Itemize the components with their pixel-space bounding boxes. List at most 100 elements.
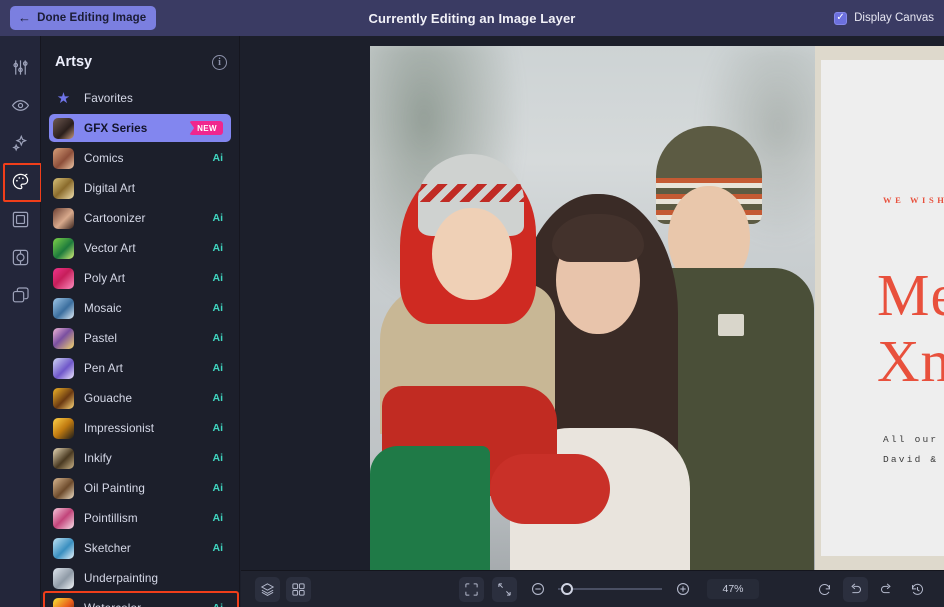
effect-thumbnail [53, 358, 74, 379]
undo-button[interactable] [843, 577, 868, 602]
zoom-slider-track [558, 588, 662, 590]
effect-row-poly-art[interactable]: Poly ArtAi [49, 264, 231, 292]
redo-icon [879, 582, 894, 597]
effect-thumbnail [53, 238, 74, 259]
ai-badge: Ai [213, 542, 224, 554]
ai-badge: Ai [213, 272, 224, 284]
ai-badge: Ai [213, 212, 224, 224]
zoom-slider[interactable] [558, 581, 662, 597]
reset-button[interactable] [812, 577, 837, 602]
effect-label: Comics [84, 152, 213, 165]
effect-row-pen-art[interactable]: Pen ArtAi [49, 354, 231, 382]
magic-sparkle-icon-button[interactable] [0, 124, 41, 162]
zoom-level-value[interactable]: 47% [707, 579, 759, 599]
card-headline-line2: Xm [877, 332, 944, 391]
filter-icon [11, 248, 30, 267]
effect-row-favorites[interactable]: ★Favorites [49, 84, 231, 112]
card-headline-line1: Mer [877, 266, 944, 325]
zoom-in-icon [675, 581, 691, 597]
ai-badge: Ai [213, 392, 224, 404]
boy-coat-patch [718, 314, 744, 336]
panel-header: Artsy i [41, 44, 239, 80]
effect-label: Favorites [84, 92, 223, 105]
filter-icon-button[interactable] [0, 238, 41, 276]
effect-row-digital-art[interactable]: Digital Art [49, 174, 231, 202]
grid-icon [291, 582, 306, 597]
history-button[interactable] [905, 577, 930, 602]
effect-thumbnail [53, 268, 74, 289]
history-icon [910, 582, 925, 597]
card-message-line2: David & [883, 450, 938, 470]
layers-copy-icon-button[interactable] [0, 276, 41, 314]
effect-row-comics[interactable]: ComicsAi [49, 144, 231, 172]
effect-thumbnail [53, 298, 74, 319]
effect-row-pointillism[interactable]: PointillismAi [49, 504, 231, 532]
zoom-out-button[interactable] [525, 577, 550, 602]
reset-icon [817, 582, 832, 597]
effect-thumbnail [53, 388, 74, 409]
effect-row-cartoonizer[interactable]: CartoonizerAi [49, 204, 231, 232]
ai-badge: Ai [213, 512, 224, 524]
tool-rail [0, 36, 41, 607]
photo-layer[interactable] [370, 46, 815, 570]
layers-icon-button[interactable] [255, 577, 280, 602]
layers-copy-icon [11, 286, 30, 305]
effect-row-inkify[interactable]: InkifyAi [49, 444, 231, 472]
effect-label: Pastel [84, 332, 213, 345]
effect-row-gfx-series[interactable]: GFX SeriesNEW [49, 114, 231, 142]
zoom-in-button[interactable] [670, 577, 695, 602]
effect-label: Mosaic [84, 302, 213, 315]
effect-row-mosaic[interactable]: MosaicAi [49, 294, 231, 322]
girl-arm [490, 454, 610, 524]
effect-thumbnail [53, 148, 74, 169]
effect-thumbnail [53, 418, 74, 439]
effect-row-gouache[interactable]: GouacheAi [49, 384, 231, 412]
canvas-area[interactable]: WE WISH Mer Xm All our David & [241, 36, 944, 570]
card-eyebrow-text: WE WISH [883, 195, 944, 205]
frame-icon-button[interactable] [0, 200, 41, 238]
effect-row-vector-art[interactable]: Vector ArtAi [49, 234, 231, 262]
effect-row-watercolor[interactable]: WatercolorAi [49, 594, 231, 607]
display-canvas-toggle[interactable]: ✓ Display Canvas [834, 0, 934, 36]
artsy-effects-panel: Artsy i ★FavoritesGFX SeriesNEWComicsAiD… [41, 36, 240, 607]
effect-label: Pen Art [84, 362, 213, 375]
ai-badge: Ai [213, 422, 224, 434]
adjustments-icon [11, 58, 30, 77]
magic-sparkle-icon [11, 134, 30, 153]
effect-row-underpainting[interactable]: Underpainting [49, 564, 231, 592]
display-canvas-checkbox[interactable]: ✓ [834, 12, 847, 25]
display-canvas-label: Display Canvas [854, 12, 934, 24]
effect-thumbnail [53, 598, 74, 607]
effect-label: Watercolor [84, 602, 213, 607]
effect-thumbnail [53, 538, 74, 559]
done-editing-image-button[interactable]: ← Done Editing Image [10, 6, 156, 30]
effect-label: Underpainting [84, 572, 223, 585]
zoom-slider-handle[interactable] [561, 583, 573, 595]
collapse-view-button[interactable] [492, 577, 517, 602]
palette-icon-button[interactable] [0, 162, 41, 200]
greeting-card-layer[interactable]: WE WISH Mer Xm All our David & [815, 46, 944, 570]
effect-thumbnail [53, 568, 74, 589]
new-badge: NEW [189, 121, 223, 135]
fit-to-screen-button[interactable] [459, 577, 484, 602]
zoom-out-icon [530, 581, 546, 597]
layers-icon [260, 582, 275, 597]
effect-row-impressionist[interactable]: ImpressionistAi [49, 414, 231, 442]
effect-row-sketcher[interactable]: SketcherAi [49, 534, 231, 562]
ai-badge: Ai [213, 482, 224, 494]
panel-title: Artsy [55, 54, 92, 70]
effect-label: Sketcher [84, 542, 213, 555]
ai-badge: Ai [213, 602, 224, 607]
top-toolbar: ← Done Editing Image Currently Editing a… [0, 0, 944, 36]
effect-row-pastel[interactable]: PastelAi [49, 324, 231, 352]
info-icon[interactable]: i [212, 55, 227, 70]
ai-badge: Ai [213, 152, 224, 164]
grid-icon-button[interactable] [286, 577, 311, 602]
effect-row-oil-painting[interactable]: Oil PaintingAi [49, 474, 231, 502]
eye-icon-button[interactable] [0, 86, 41, 124]
effect-label: Oil Painting [84, 482, 213, 495]
effect-label: Cartoonizer [84, 212, 213, 225]
redo-button[interactable] [874, 577, 899, 602]
card-inner-panel: WE WISH Mer Xm All our David & [821, 60, 944, 556]
adjustments-icon-button[interactable] [0, 48, 41, 86]
